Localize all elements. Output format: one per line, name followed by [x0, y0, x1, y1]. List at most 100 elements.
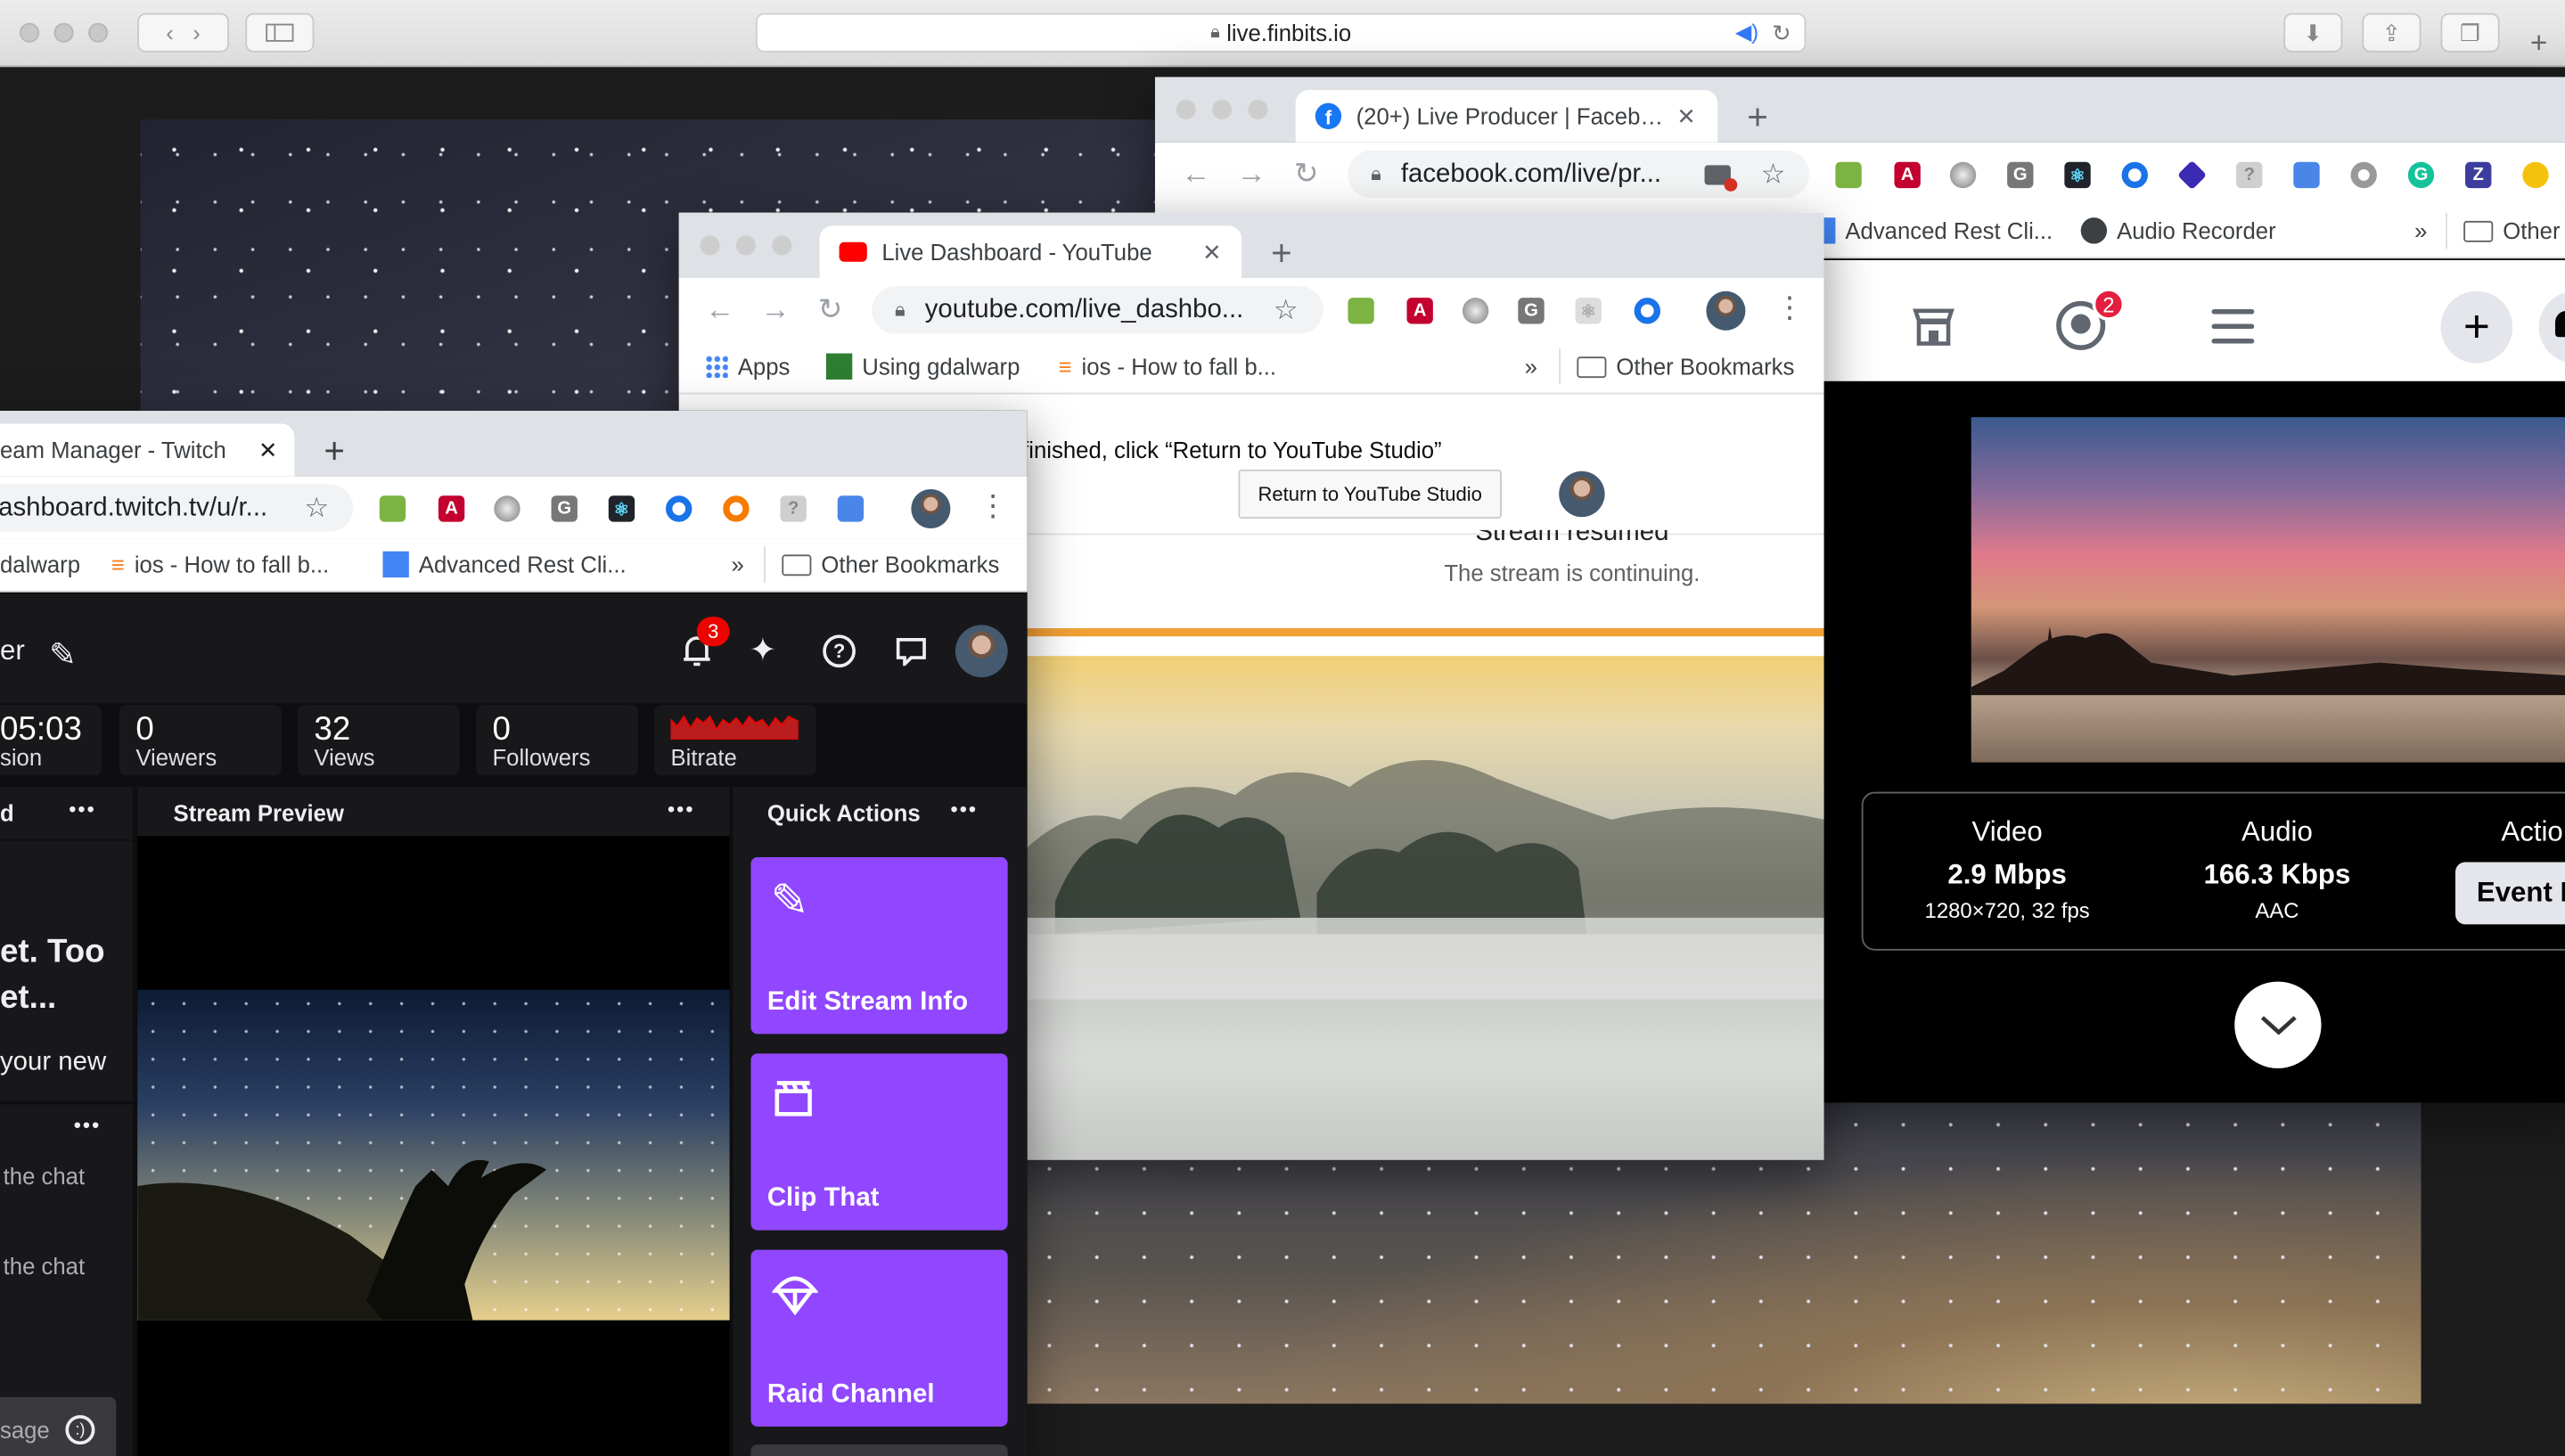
forward-icon[interactable]: →: [1237, 157, 1266, 192]
menu-icon[interactable]: ⋮: [979, 489, 1008, 524]
more-options-icon[interactable]: •••: [950, 797, 978, 822]
menu-icon[interactable]: ⋮: [1774, 291, 1804, 326]
extension-ring-icon[interactable]: [2121, 161, 2148, 189]
tab-youtube[interactable]: Live Dashboard - YouTube ✕: [819, 225, 1242, 279]
star-icon[interactable]: ☆: [304, 492, 329, 525]
back-forward-buttons[interactable]: ‹ ›: [137, 12, 229, 53]
extension-angular-icon[interactable]: A: [1894, 161, 1921, 189]
event-log-button[interactable]: Event L: [2455, 862, 2565, 925]
user-avatar[interactable]: [955, 625, 1008, 678]
extension-camera-icon[interactable]: [2293, 161, 2320, 189]
extension-grammarly-icon[interactable]: G: [2407, 161, 2435, 189]
zoom-window-icon[interactable]: [88, 22, 109, 43]
sparkle-icon[interactable]: ✦: [750, 630, 777, 671]
create-button[interactable]: +: [2440, 290, 2513, 364]
extension-angular-icon[interactable]: A: [438, 495, 465, 522]
omnibox[interactable]: ashboard.twitch.tv/u/r... ☆: [0, 484, 354, 532]
bookmark-apps[interactable]: Apps: [705, 354, 790, 380]
tab-twitch[interactable]: eam Manager - Twitch ✕: [0, 423, 295, 477]
more-options-icon[interactable]: •••: [74, 1112, 102, 1137]
extension-ring-icon[interactable]: [666, 495, 692, 522]
extension-g-icon[interactable]: G: [2007, 161, 2034, 189]
bookmarks-overflow[interactable]: »: [1525, 354, 1537, 380]
bookmark-item[interactable]: Advanced Rest Cli...: [382, 551, 627, 578]
extension-g-icon[interactable]: G: [1518, 298, 1545, 324]
bookmark-item[interactable]: Advanced Rest Cli...: [1815, 217, 2053, 244]
forward-icon[interactable]: ›: [193, 20, 201, 45]
edit-stream-info-button[interactable]: ✎ Edit Stream Info: [750, 857, 1008, 1035]
extension-g-icon[interactable]: G: [551, 495, 578, 522]
reload-icon[interactable]: ↻: [1772, 19, 1791, 46]
tabs-button[interactable]: ❐: [2440, 12, 2500, 53]
extension-unknown-icon[interactable]: ?: [780, 495, 807, 522]
bookmark-item[interactable]: dalwarp: [0, 552, 80, 577]
help-icon[interactable]: ?: [823, 634, 856, 668]
edit-pencil-icon[interactable]: ✎: [49, 634, 77, 675]
address-bar[interactable]: 🔒︎ live.finbits.io ◀) ↻: [755, 12, 1807, 53]
forward-icon[interactable]: →: [760, 293, 790, 328]
extension-unknown-icon[interactable]: ?: [2236, 161, 2263, 189]
speaker-icon[interactable]: ◀): [1735, 20, 1758, 45]
extension-circle-icon[interactable]: [494, 495, 520, 522]
bookmark-item[interactable]: Audio Recorder: [2080, 217, 2276, 244]
bookmarks-overflow[interactable]: »: [731, 552, 743, 577]
extension-printer-icon[interactable]: [1348, 298, 1374, 324]
zoom-window-icon[interactable]: [772, 235, 792, 256]
new-tab-icon[interactable]: +: [324, 430, 345, 473]
extension-react-icon[interactable]: ⚛: [1575, 298, 1602, 324]
extension-diamond-icon[interactable]: [2176, 160, 2208, 191]
extension-camera-icon[interactable]: [837, 495, 865, 522]
star-icon[interactable]: ☆: [1274, 294, 1299, 327]
extension-z-icon[interactable]: Z: [2465, 161, 2492, 189]
channel-avatar[interactable]: [1559, 470, 1605, 518]
other-bookmarks[interactable]: Other Bookmarks: [782, 552, 999, 577]
profile-avatar[interactable]: [911, 488, 951, 529]
extension-ring-icon[interactable]: [1634, 298, 1660, 324]
camera-blocked-icon[interactable]: [1705, 164, 1738, 191]
share-button[interactable]: ⇪: [2362, 12, 2422, 53]
more-options-icon[interactable]: •••: [668, 797, 695, 822]
downloads-button[interactable]: ⬇︎: [2283, 12, 2343, 53]
other-bookmarks[interactable]: Other Bookmarks: [1577, 354, 1794, 380]
whispers-icon[interactable]: [895, 636, 928, 667]
marketplace-icon[interactable]: [1911, 303, 1956, 348]
back-icon[interactable]: ‹: [166, 20, 174, 45]
notifications-button[interactable]: [2538, 290, 2565, 364]
quick-action-partial[interactable]: [750, 1444, 1008, 1456]
extension-react-icon[interactable]: ⚛: [608, 495, 635, 522]
clip-that-button[interactable]: Clip That: [750, 1053, 1008, 1231]
zoom-window-icon[interactable]: [1248, 99, 1268, 120]
extension-angular-icon[interactable]: A: [1406, 298, 1433, 324]
extension-circle-icon[interactable]: [1949, 161, 1977, 189]
menu-icon[interactable]: [2211, 308, 2255, 344]
expand-button[interactable]: [2234, 981, 2322, 1068]
extension-react-icon[interactable]: ⚛: [2064, 161, 2091, 189]
extension-printer-icon[interactable]: [379, 495, 406, 522]
close-window-icon[interactable]: [1176, 99, 1196, 120]
minimize-window-icon[interactable]: [53, 22, 74, 43]
more-options-icon[interactable]: •••: [69, 797, 96, 822]
other-bookmarks[interactable]: Other: [2463, 217, 2561, 244]
chat-input[interactable]: sage :): [0, 1396, 117, 1456]
star-icon[interactable]: ☆: [1761, 158, 1786, 191]
extension-honey-icon[interactable]: [2522, 161, 2549, 189]
close-window-icon[interactable]: [700, 235, 720, 256]
new-tab-button[interactable]: +: [2522, 23, 2555, 62]
omnibox[interactable]: 🔒︎ facebook.com/live/pr... ☆: [1348, 150, 1810, 199]
omnibox[interactable]: 🔒︎ youtube.com/live_dashbo... ☆: [872, 286, 1323, 334]
back-icon[interactable]: ←: [1181, 157, 1210, 192]
bookmark-item[interactable]: Using gdalwarp: [825, 353, 1020, 380]
reload-icon[interactable]: ↻: [1294, 157, 1319, 192]
bookmarks-overflow[interactable]: »: [2414, 217, 2427, 243]
return-to-studio-button[interactable]: Return to YouTube Studio: [1238, 469, 1502, 519]
close-window-icon[interactable]: [20, 22, 40, 43]
bookmark-item[interactable]: ≡ ios - How to fall b...: [1059, 354, 1277, 380]
extension-sync-icon[interactable]: [2350, 161, 2377, 189]
extension-printer-icon[interactable]: [1835, 161, 1862, 189]
emote-icon[interactable]: :): [65, 1415, 95, 1445]
minimize-window-icon[interactable]: [735, 235, 756, 256]
extension-orange-ring-icon[interactable]: [723, 495, 750, 522]
extension-circle-icon[interactable]: [1462, 298, 1489, 324]
reload-icon[interactable]: ↻: [818, 293, 843, 328]
raid-channel-button[interactable]: Raid Channel: [750, 1249, 1008, 1427]
